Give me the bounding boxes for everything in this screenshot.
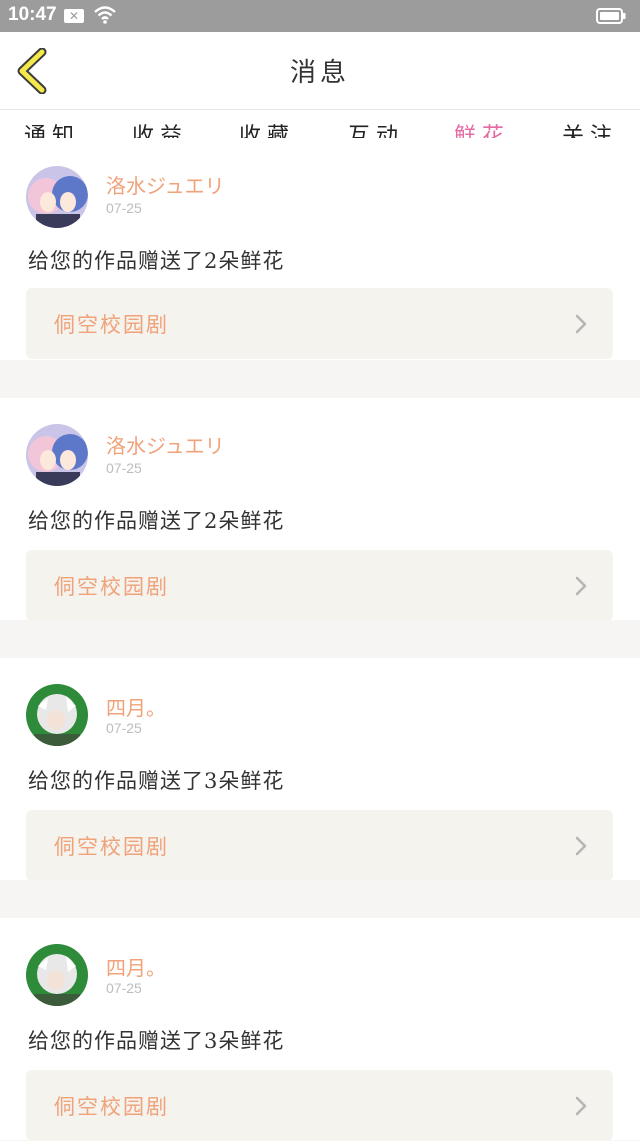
- avatar[interactable]: [26, 424, 88, 486]
- work-link[interactable]: 侗空校园剧: [26, 288, 613, 359]
- message-text: 给您的作品赠送了3朵鲜花: [28, 1029, 285, 1053]
- page-title: 消息: [289, 58, 350, 88]
- status-time: 10:47: [8, 4, 57, 25]
- work-title: 侗空校园剧: [54, 313, 169, 337]
- avatar[interactable]: [26, 944, 88, 1006]
- message-text: 给您的作品赠送了3朵鲜花: [28, 769, 285, 793]
- message-date: 07-25: [106, 720, 142, 736]
- username[interactable]: 洛水ジュエリ: [106, 170, 225, 199]
- white-hair-character-avatar-icon: [26, 684, 88, 746]
- battery-icon: [596, 8, 626, 24]
- work-title: 侗空校园剧: [54, 835, 169, 859]
- avatar[interactable]: [26, 684, 88, 746]
- avatar[interactable]: [26, 166, 88, 228]
- work-link[interactable]: 侗空校园剧: [26, 550, 613, 621]
- work-title: 侗空校园剧: [54, 575, 169, 599]
- notification-x-icon: ✕: [64, 9, 84, 23]
- message-text: 给您的作品赠送了2朵鲜花: [28, 249, 285, 273]
- header: 消息: [0, 32, 640, 110]
- message-date: 07-25: [106, 460, 142, 476]
- username[interactable]: 四月。: [106, 952, 166, 981]
- chevron-right-icon: [575, 314, 587, 334]
- message-card: 四月。 07-25 给您的作品赠送了3朵鲜花 侗空校园剧: [0, 918, 640, 1141]
- chevron-right-icon: [575, 1096, 587, 1116]
- work-link[interactable]: 侗空校园剧: [26, 1070, 613, 1141]
- message-date: 07-25: [106, 980, 142, 996]
- message-text: 给您的作品赠送了2朵鲜花: [28, 509, 285, 533]
- message-card: 洛水ジュエリ 07-25 给您的作品赠送了2朵鲜花 侗空校园剧: [0, 138, 640, 360]
- work-link[interactable]: 侗空校园剧: [26, 810, 613, 881]
- username[interactable]: 四月。: [106, 692, 166, 721]
- message-card: 洛水ジュエリ 07-25 给您的作品赠送了2朵鲜花 侗空校园剧: [0, 398, 640, 621]
- message-date: 07-25: [106, 200, 142, 216]
- anime-girls-avatar-icon: [26, 166, 88, 228]
- message-card: 四月。 07-25 给您的作品赠送了3朵鲜花 侗空校园剧: [0, 658, 640, 881]
- work-title: 侗空校园剧: [54, 1095, 169, 1119]
- chevron-right-icon: [575, 576, 587, 596]
- anime-girls-avatar-icon: [26, 424, 88, 486]
- status-bar: 10:47 ✕: [0, 0, 640, 32]
- chevron-right-icon: [575, 836, 587, 856]
- white-hair-character-avatar-icon: [26, 944, 88, 1006]
- username[interactable]: 洛水ジュエリ: [106, 430, 225, 459]
- wifi-icon: [94, 6, 116, 24]
